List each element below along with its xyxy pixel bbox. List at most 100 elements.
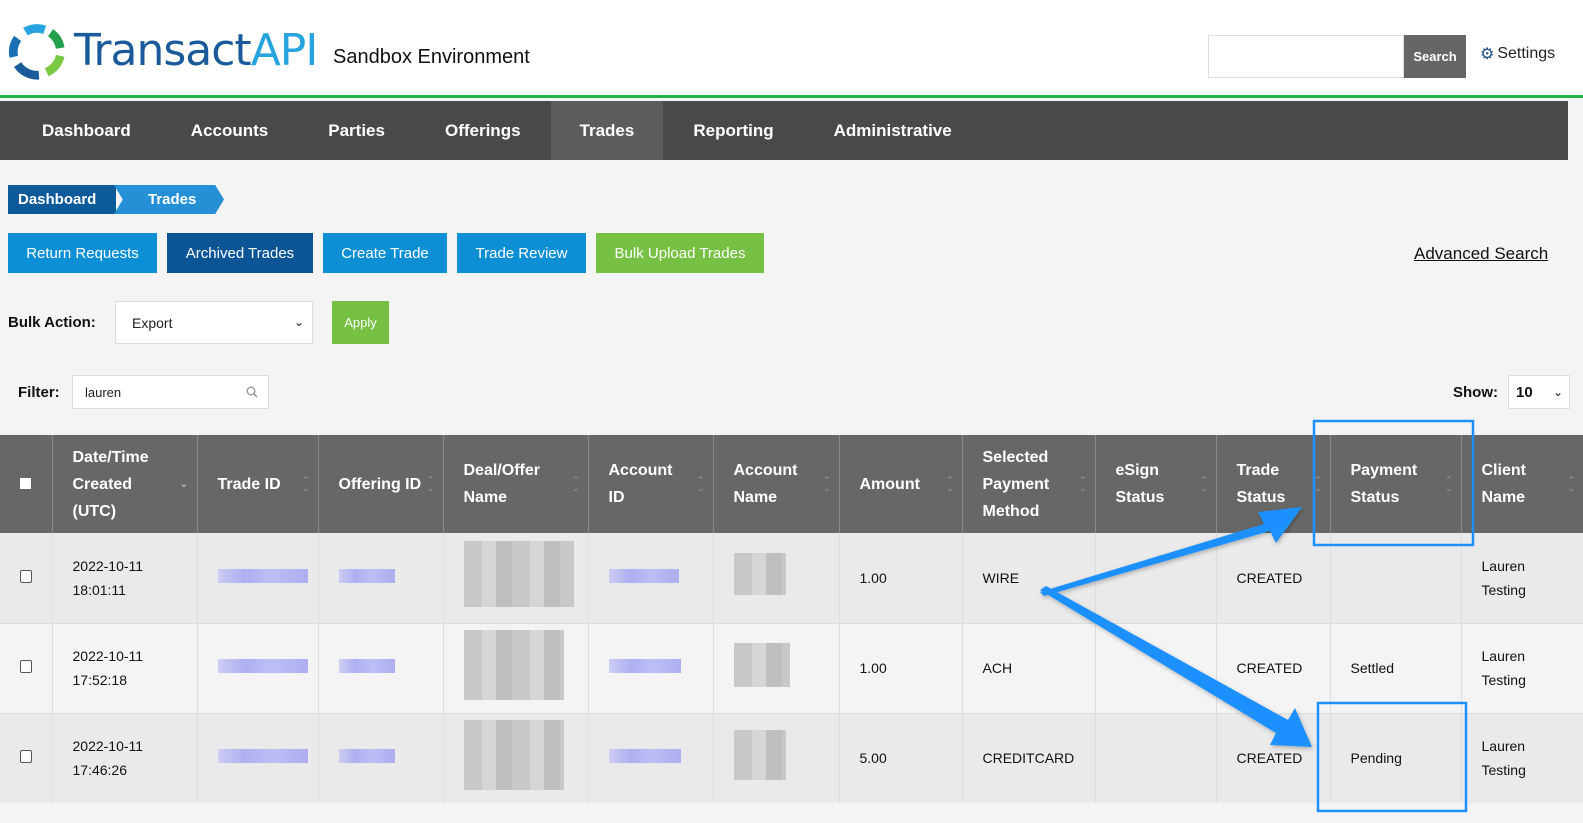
trade-id-cell[interactable] [196, 622, 318, 713]
filter-value: lauren [85, 384, 122, 400]
trade-review-button[interactable]: Trade Review [457, 233, 586, 273]
sort-icon: ⌃ ⌄ [301, 475, 310, 493]
row-checkbox[interactable] [19, 750, 32, 764]
page-size-select[interactable]: 10 ⌄ [1508, 375, 1570, 409]
date: 2022-10-11 [72, 738, 144, 755]
col-client-name[interactable]: Client Name ⌃ ⌄ [1460, 435, 1583, 533]
apply-button[interactable]: Apply [332, 301, 389, 344]
create-trade-button[interactable]: Create Trade [323, 233, 447, 273]
redacted-account-id[interactable] [608, 749, 681, 764]
breadcrumb-dashboard[interactable]: Dashboard [8, 185, 116, 214]
show-label: Show: [1453, 384, 1498, 401]
col-date-created[interactable]: Date/Time Created (UTC) ⌄ [51, 435, 197, 533]
payment-status-cell[interactable]: Settled [1329, 622, 1461, 713]
nav-offerings[interactable]: Offerings [415, 101, 551, 160]
col-payment-status[interactable]: Payment Status ⌃ ⌄ [1329, 435, 1461, 533]
account-name-cell [712, 533, 839, 623]
sort-icon: ⌃ ⌄ [945, 475, 954, 493]
trade-status-cell: CREATED [1215, 622, 1330, 713]
header: TransactAPI Sandbox Environment Search ⚙… [0, 0, 1583, 98]
payment-method-cell: WIRE [961, 533, 1095, 623]
select-all-cell [0, 435, 52, 533]
account-id-cell[interactable] [587, 622, 713, 713]
return-requests-button[interactable]: Return Requests [8, 233, 157, 273]
logo-text-transact: Transact [74, 25, 252, 76]
select-all-checkbox[interactable] [20, 477, 32, 489]
offering-id-cell[interactable] [317, 533, 443, 623]
col-label: Account Name [733, 462, 798, 506]
advanced-search-link[interactable]: Advanced Search [1414, 244, 1548, 264]
sort-icon: ⌃ ⌄ [1078, 475, 1087, 493]
col-deal-offer-name[interactable]: Deal/Offer Name ⌃ ⌄ [442, 435, 588, 533]
logo[interactable]: TransactAPI [8, 22, 319, 80]
breadcrumb: Dashboard Trades [8, 185, 224, 214]
account-id-cell[interactable] [587, 533, 713, 623]
col-label: Offering ID [338, 475, 422, 493]
redacted-offering-id[interactable] [338, 659, 395, 673]
col-trade-status[interactable]: Trade Status ⌃ ⌄ [1215, 435, 1330, 533]
redacted-trade-id[interactable] [217, 568, 308, 583]
nav-accounts[interactable]: Accounts [161, 101, 298, 160]
archived-trades-button[interactable]: Archived Trades [167, 233, 313, 273]
payment-status-cell[interactable]: Pending [1329, 712, 1461, 803]
col-amount[interactable]: Amount ⌃ ⌄ [838, 435, 962, 533]
table-row: 2022-10-11 18:01:11 1.00 WIRE CREATED Lau… [0, 533, 1583, 623]
search-button[interactable]: Search [1404, 35, 1466, 78]
bulk-action-value: Export [132, 314, 173, 331]
logo-text-api: API [250, 25, 319, 76]
account-id-cell[interactable] [587, 712, 713, 803]
nav-parties[interactable]: Parties [298, 101, 415, 160]
redacted-deal-name [463, 719, 564, 790]
nav-trades[interactable]: Trades [550, 101, 664, 160]
col-offering-id[interactable]: Offering ID ⌃ ⌄ [317, 435, 443, 533]
col-label: Client Name [1481, 462, 1526, 506]
col-esign-status[interactable]: eSign Status ⌃ ⌄ [1094, 435, 1216, 533]
table-header-row: Date/Time Created (UTC) ⌄ Trade ID ⌃ ⌄ Offe… [0, 435, 1583, 533]
client-last: Testing [1481, 672, 1526, 688]
account-name-cell [712, 712, 839, 803]
settings-label: Settings [1497, 45, 1556, 62]
date-cell: 2022-10-11 18:01:11 [51, 533, 197, 623]
nav-administrative[interactable]: Administrative [804, 101, 982, 160]
trade-status-cell: CREATED [1215, 533, 1330, 623]
search-icon [246, 386, 258, 398]
redacted-account-name [733, 642, 790, 687]
col-label: Date/Time Created (UTC) [72, 448, 149, 520]
chevron-down-icon: ⌄ [1552, 385, 1563, 399]
payment-status-cell[interactable] [1329, 533, 1461, 623]
col-label: Trade ID [217, 475, 281, 493]
settings-link[interactable]: ⚙ Settings [1480, 44, 1555, 64]
client-name-cell: Lauren Testing [1460, 712, 1583, 803]
date: 2022-10-11 [72, 557, 144, 574]
col-account-name[interactable]: Account Name ⌃ ⌄ [712, 435, 839, 533]
redacted-account-id[interactable] [608, 568, 679, 583]
offering-id-cell[interactable] [317, 622, 443, 713]
time: 17:46:26 [72, 762, 128, 779]
redacted-offering-id[interactable] [338, 749, 395, 764]
col-trade-id[interactable]: Trade ID ⌃ ⌄ [196, 435, 318, 533]
trade-id-cell[interactable] [196, 712, 318, 803]
col-label: eSign Status [1115, 462, 1165, 506]
redacted-account-id[interactable] [608, 659, 681, 673]
client-name-cell: Lauren Testing [1460, 622, 1583, 713]
breadcrumb-trades[interactable]: Trades [114, 185, 224, 214]
row-checkbox[interactable] [19, 660, 32, 673]
bulk-upload-trades-button[interactable]: Bulk Upload Trades [596, 233, 764, 273]
offering-id-cell[interactable] [317, 712, 443, 803]
redacted-trade-id[interactable] [217, 749, 308, 764]
nav-dashboard[interactable]: Dashboard [0, 101, 161, 160]
nav-reporting[interactable]: Reporting [663, 101, 803, 160]
redacted-trade-id[interactable] [217, 659, 308, 673]
sort-icon: ⌃ ⌄ [571, 475, 580, 493]
bulk-action-select[interactable]: Export ⌄ [115, 301, 313, 344]
client-last: Testing [1481, 581, 1526, 598]
amount-cell: 1.00 [838, 622, 962, 713]
row-checkbox[interactable] [19, 569, 32, 583]
search-input[interactable] [1208, 35, 1404, 78]
col-payment-method[interactable]: Selected Payment Method ⌃ ⌄ [961, 435, 1095, 533]
client-first: Lauren [1481, 738, 1526, 755]
redacted-offering-id[interactable] [338, 568, 395, 583]
trade-id-cell[interactable] [196, 533, 318, 623]
filter-input[interactable]: lauren [72, 375, 269, 409]
col-account-id[interactable]: Account ID ⌃ ⌄ [587, 435, 713, 533]
